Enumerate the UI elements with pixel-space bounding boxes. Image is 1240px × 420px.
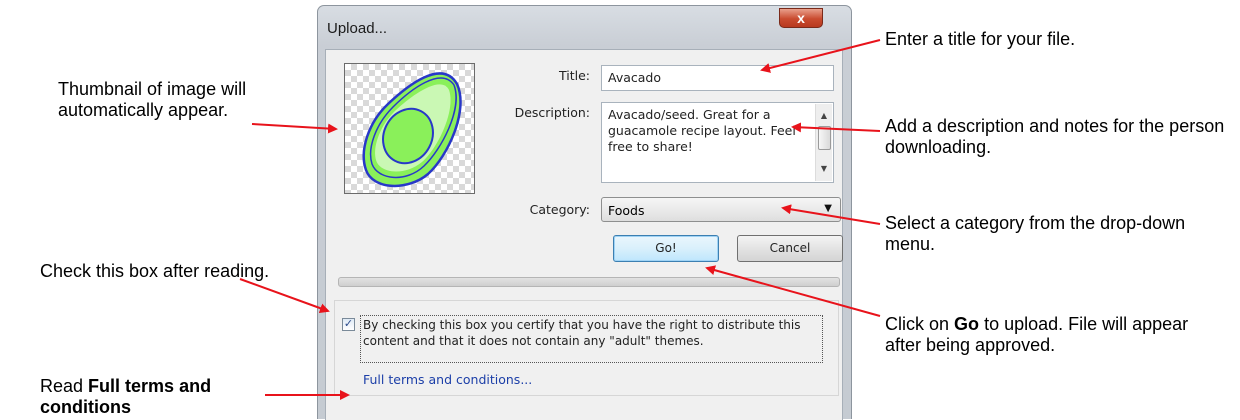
- cancel-button[interactable]: Cancel: [737, 235, 843, 262]
- annotation-go-prefix: Click on: [885, 314, 950, 334]
- annotation-checkbox: Check this box after reading.: [40, 261, 270, 281]
- avocado-image: [362, 72, 462, 188]
- arrow-checkbox: [239, 278, 330, 313]
- checkbox-check-icon: ✓: [343, 318, 354, 330]
- annotation-category: Select a category from the drop-down men…: [885, 213, 1186, 254]
- description-scrollbar[interactable]: ▲ ▼: [815, 104, 832, 181]
- dialog-body: Title: Avacado Description: Avacado/seed…: [325, 49, 843, 420]
- certify-checkbox[interactable]: ✓: [342, 318, 355, 331]
- go-button[interactable]: Go!: [613, 235, 719, 262]
- upload-progress-bar: [338, 277, 840, 287]
- title-label: Title:: [559, 68, 590, 83]
- close-icon: x: [797, 10, 805, 26]
- category-label: Category:: [529, 202, 590, 217]
- scroll-thumb[interactable]: [818, 126, 831, 150]
- close-button[interactable]: x: [779, 8, 823, 28]
- annotation-thumbnail: Thumbnail of image will automatically ap…: [58, 79, 247, 120]
- annotation-description: Add a description and notes for the pers…: [885, 116, 1225, 157]
- scroll-up-icon[interactable]: ▲: [816, 108, 832, 124]
- dropdown-arrow-icon: ▼: [824, 203, 832, 214]
- annotation-go-bold: Go: [954, 314, 980, 334]
- annotation-go: Click on Go to upload. File will appear …: [885, 314, 1195, 356]
- category-value: Foods: [608, 203, 645, 218]
- description-textarea[interactable]: Avacado/seed. Great for a guacamole reci…: [601, 102, 834, 183]
- annotation-terms-prefix: Read: [40, 376, 84, 396]
- scroll-down-icon[interactable]: ▼: [816, 161, 832, 177]
- category-select[interactable]: Foods ▼: [601, 197, 841, 222]
- dialog-title: Upload...: [327, 20, 388, 37]
- certify-text: By checking this box you certify that yo…: [360, 315, 823, 363]
- terms-link[interactable]: Full terms and conditions...: [363, 372, 532, 387]
- description-text: Avacado/seed. Great for a guacamole reci…: [608, 107, 796, 154]
- annotation-title: Enter a title for your file.: [885, 29, 1076, 49]
- image-thumbnail: [344, 63, 475, 194]
- description-label: Description:: [514, 105, 590, 120]
- upload-dialog: Upload... x Title: Avacado Description: …: [317, 5, 852, 420]
- title-input[interactable]: Avacado: [601, 65, 834, 91]
- annotation-terms: Read Full terms and conditions: [40, 376, 270, 418]
